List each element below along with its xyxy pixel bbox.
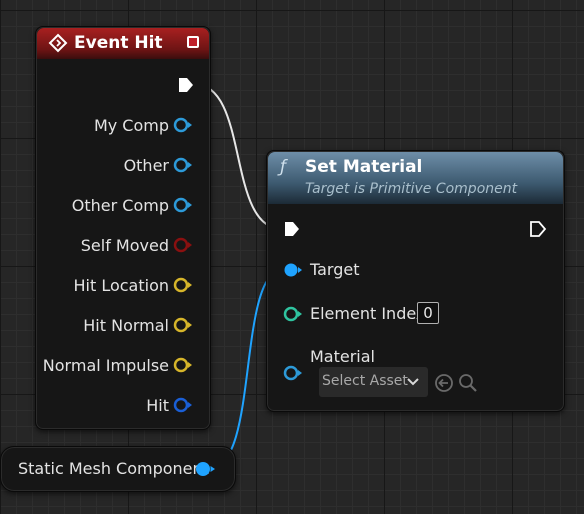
event-hit-node[interactable]: Event Hit My Comp Other Other Comp Self … xyxy=(35,26,211,430)
pin-label-target: Target xyxy=(310,260,360,279)
element-index-input[interactable]: 0 xyxy=(417,302,439,324)
pin-label-hit: Hit xyxy=(146,396,169,415)
pin-other-icon[interactable] xyxy=(173,156,193,174)
select-asset-text: Select Asset xyxy=(322,373,408,389)
pin-label-my-comp: My Comp xyxy=(93,116,169,135)
pin-other-comp-icon[interactable] xyxy=(173,196,193,214)
pin-hit-icon[interactable] xyxy=(173,396,193,414)
exec-out-pin-icon[interactable] xyxy=(529,220,547,238)
pin-hit-normal-icon[interactable] xyxy=(173,316,193,334)
variable-output-pin-icon[interactable] xyxy=(194,460,216,478)
event-node-title: Event Hit xyxy=(74,33,163,53)
pin-hit-location-icon[interactable] xyxy=(173,276,193,294)
pin-target-icon[interactable] xyxy=(283,261,303,279)
pin-label-other-comp: Other Comp xyxy=(71,196,169,215)
pin-element-index-icon[interactable] xyxy=(283,305,303,323)
pin-label-hit-location: Hit Location xyxy=(73,276,169,295)
variable-label: Static Mesh Component xyxy=(18,459,209,478)
browse-search-icon[interactable] xyxy=(458,373,478,393)
pin-label-element-index: Element Index xyxy=(310,304,426,323)
function-node-title: Set Material xyxy=(305,157,423,177)
pin-my-comp-icon[interactable] xyxy=(173,116,193,134)
pin-label-normal-impulse: Normal Impulse xyxy=(42,356,169,375)
pin-label-self-moved: Self Moved xyxy=(80,236,169,255)
exec-out-pin-icon[interactable] xyxy=(177,76,195,94)
pin-label-other: Other xyxy=(123,156,169,175)
use-selected-arrow-icon[interactable] xyxy=(434,373,454,393)
event-close-icon[interactable] xyxy=(187,36,199,48)
pin-normal-impulse-icon[interactable] xyxy=(173,356,193,374)
set-material-node[interactable]: ƒ Set Material Target is Primitive Compo… xyxy=(266,150,565,412)
pin-label-material: Material xyxy=(310,347,375,366)
pin-material-icon[interactable] xyxy=(283,364,303,382)
function-icon: ƒ xyxy=(280,157,286,177)
pin-self-moved-icon[interactable] xyxy=(173,236,193,254)
static-mesh-component-node[interactable]: Static Mesh Component xyxy=(0,446,236,492)
select-asset-combo[interactable]: Select Asset xyxy=(319,367,428,397)
chevron-down-icon xyxy=(407,378,419,386)
function-node-subtitle: Target is Primitive Component xyxy=(305,181,518,197)
exec-in-pin-icon[interactable] xyxy=(283,220,301,238)
pin-label-hit-normal: Hit Normal xyxy=(83,316,169,335)
event-diamond-icon xyxy=(48,33,68,53)
